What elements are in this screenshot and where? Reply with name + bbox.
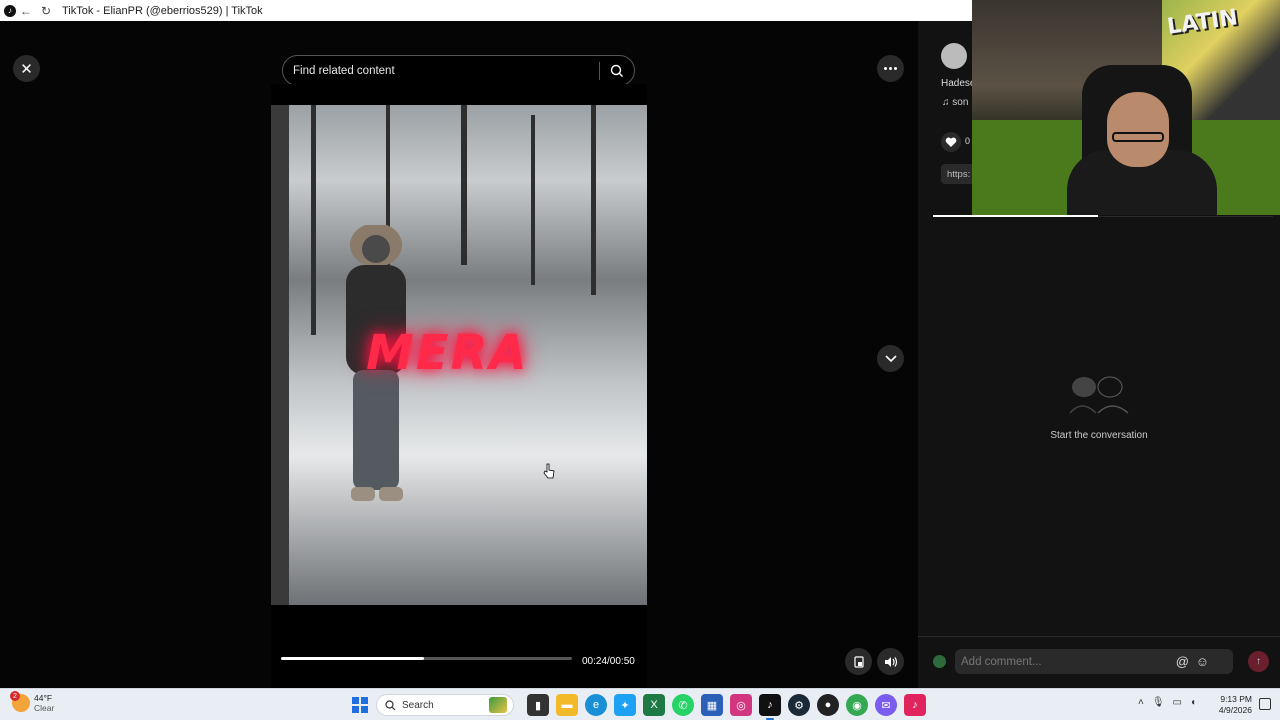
taskbar-apps: ▮ ▬ e ✦ X ✆ ▦ ◎ ♪ ⚙ ● ◉ ✉ ♪ [527,694,926,720]
volume-button[interactable] [877,648,904,675]
video-frame[interactable]: MERA [271,105,647,605]
tree-trunk [461,105,467,265]
floating-player-button[interactable] [845,648,872,675]
more-dot-icon [894,67,897,70]
clock-time: 9:13 PM [1220,694,1252,704]
video-player[interactable]: MERA [271,84,647,688]
taskbar-app-excel[interactable]: X [643,694,665,716]
tab-comments-indicator[interactable] [933,215,1098,217]
conversation-illustration-icon [1069,376,1129,414]
weather-badge: 2 [10,691,20,701]
volume-icon [884,656,897,667]
network-icon[interactable]: ▭ [1173,697,1182,708]
windows-logo-icon [361,697,368,704]
taskbar-app-github[interactable]: ● [817,694,839,716]
taskbar-app-file-explorer[interactable]: ▬ [556,694,578,716]
webcam-overlay: LATIN [972,0,1280,215]
browser-titlebar: ♪ ← ↻ TikTok - ElianPR (@eberrios529) | … [0,0,972,21]
system-tray: ˄ 🎙 ▭ ◖ [1138,697,1196,708]
heart-icon [945,137,957,147]
picture-in-picture-icon [853,655,864,668]
send-comment-button[interactable]: ↑ [1248,651,1269,672]
search-highlight-icon [489,697,507,713]
emoji-icon[interactable]: ☺ [1196,649,1209,674]
next-video-button[interactable] [877,345,904,372]
taskbar-app-messenger[interactable]: ✉ [875,694,897,716]
user-avatar [933,655,946,668]
speaker-icon[interactable]: ◖ [1190,697,1196,708]
comment-placeholder: Add comment... [961,655,1042,668]
microphone-icon[interactable]: 🎙 [1152,697,1165,708]
tree-trunk [271,105,289,605]
taskbar-app-edge[interactable]: e [585,694,607,716]
taskbar-clock[interactable]: 9:13 PM 4/9/2026 [1212,694,1252,716]
taskbar-app-steam[interactable]: ⚙ [788,694,810,716]
arrow-up-icon: ↑ [1256,656,1261,667]
taskbar-app-twitter[interactable]: ✦ [614,694,636,716]
taskbar-search[interactable]: Search [376,694,514,716]
windows-logo-icon [361,706,368,713]
search-icon[interactable] [600,64,634,78]
weather-icon: 2 [10,691,30,712]
video-overlay-text: MERA [366,325,529,381]
taskbar-app-tiktok-alt[interactable]: ♪ [904,694,926,716]
chevron-up-icon[interactable]: ˄ [1138,697,1144,708]
hand-cursor-icon [543,463,555,479]
more-dot-icon [889,67,892,70]
empty-comments-text: Start the conversation [1050,430,1148,441]
avatar[interactable] [941,43,967,69]
taskbar-app-tiktok[interactable]: ♪ [759,694,781,720]
weather-widget[interactable]: 2 44°F Clear [10,691,55,713]
window-title: TikTok - ElianPR (@eberrios529) | TikTok [62,4,263,17]
comment-composer: Add comment... @ ☺ ↑ [918,636,1280,688]
back-icon[interactable]: ← [16,0,36,21]
music-info[interactable]: ♫ son [942,97,968,108]
search-input[interactable]: Find related content [293,65,599,77]
author-name[interactable]: Hadese [941,78,975,89]
taskbar-app-terminal[interactable]: ▮ [527,694,549,716]
like-count: 0 [965,136,971,146]
taskbar-app-instagram[interactable]: ◎ [730,694,752,716]
comment-input[interactable]: Add comment... @ ☺ [955,649,1233,674]
clock-date: 4/9/2026 [1218,705,1252,715]
video-time: 00:24/00:50 [582,656,635,667]
taskbar-app-whatsapp[interactable]: ✆ [672,694,694,716]
streamer-glasses [1112,132,1164,142]
tree-trunk [531,115,535,285]
streamer-head [1107,92,1169,167]
search-icon [385,699,396,710]
link-text: https: [947,168,971,180]
mention-icon[interactable]: @ [1176,649,1189,674]
chevron-down-icon [884,354,897,362]
search-bar[interactable]: Find related content [282,55,635,86]
video-progress-bar[interactable] [281,657,572,660]
windows-taskbar: 2 44°F Clear Search ▮ ▬ e ✦ X ✆ ▦ ◎ ♪ ⚙ … [0,688,1280,720]
tiktok-logo-icon: ♪ [4,4,16,17]
taskbar-app-chrome[interactable]: ◉ [846,694,868,716]
tree-trunk [311,105,316,335]
video-viewer: ✕ Find related content MERA 00:24/00:50 [0,21,918,688]
weather-temp: 44°F [34,693,53,703]
close-button[interactable]: ✕ [13,55,40,82]
refresh-icon[interactable]: ↻ [36,0,56,21]
music-note-icon: ♫ [942,97,950,108]
close-icon: ✕ [20,60,33,78]
taskbar-search-label: Search [402,699,434,711]
video-progress-fill [281,657,424,660]
music-label: son [952,97,969,108]
notification-icon[interactable] [1259,698,1271,710]
weather-desc: Clear [34,703,55,713]
windows-logo-icon [352,706,359,713]
more-options-button[interactable] [877,55,904,82]
windows-logo-icon [352,697,359,704]
taskbar-app-store[interactable]: ▦ [701,694,723,716]
tree-trunk [591,105,596,295]
more-dot-icon [884,67,887,70]
start-button[interactable] [352,697,368,713]
like-button[interactable] [941,132,961,152]
